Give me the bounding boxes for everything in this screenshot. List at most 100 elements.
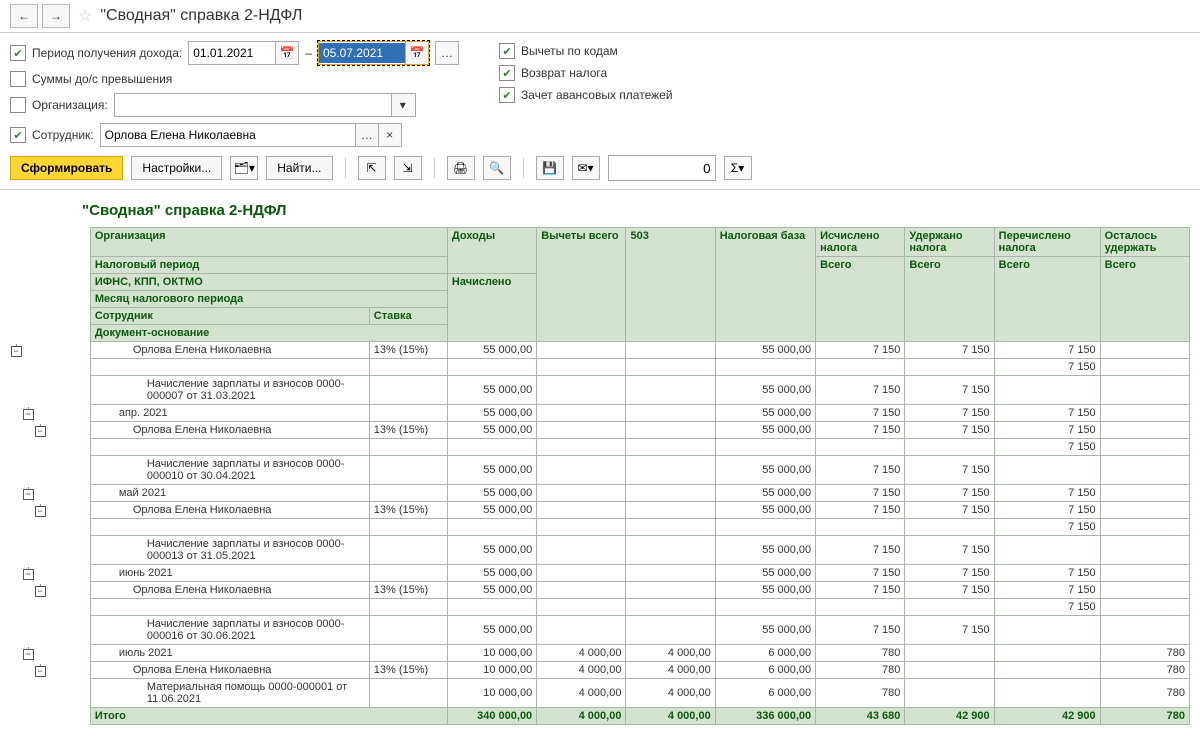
hdr-base: Налоговая база — [715, 228, 815, 342]
tree-collapse-icon[interactable]: − — [35, 506, 46, 517]
row-base: 55 000,00 — [715, 405, 815, 422]
tree-collapse-icon[interactable]: − — [23, 649, 34, 660]
org-checkbox[interactable] — [10, 97, 26, 113]
row-income: 55 000,00 — [447, 565, 536, 582]
deduct-codes-checkbox[interactable] — [499, 43, 515, 59]
hdr-ifns: ИФНС, КПП, ОКТМО — [90, 274, 447, 291]
date-from-input[interactable] — [189, 43, 275, 63]
tree-collapse-icon[interactable]: − — [23, 569, 34, 580]
row-with: 7 150 — [905, 502, 994, 519]
preview-button[interactable]: 🔍 — [483, 156, 511, 180]
email-button[interactable]: ✉▾ — [572, 156, 600, 180]
advance-checkbox[interactable] — [499, 87, 515, 103]
favorite-star-icon[interactable]: ☆ — [78, 6, 92, 26]
tree-collapse-icon[interactable]: − — [11, 346, 22, 357]
tree-collapse-icon[interactable]: − — [23, 409, 34, 420]
save-button[interactable]: 💾 — [536, 156, 564, 180]
hdr-period: Налоговый период — [90, 257, 447, 274]
row-c — [626, 422, 715, 439]
row-base: 55 000,00 — [715, 485, 815, 502]
row-c — [626, 376, 715, 405]
row-with — [905, 439, 994, 456]
row-name: Начисление зарплаты и взносов 0000-00000… — [90, 376, 369, 405]
row-base: 55 000,00 — [715, 565, 815, 582]
period-picker-button[interactable]: … — [435, 41, 459, 65]
row-d — [537, 599, 626, 616]
row-d: 4 000,00 — [537, 662, 626, 679]
variants-button[interactable]: 🗂▾ — [230, 156, 258, 180]
period-checkbox[interactable] — [10, 45, 26, 61]
row-rate: 13% (15%) — [369, 342, 447, 359]
employee-input[interactable] — [101, 125, 355, 145]
employee-checkbox[interactable] — [10, 127, 26, 143]
expand-all-button[interactable]: ⇱ — [358, 156, 386, 180]
back-button[interactable]: ← — [10, 4, 38, 28]
report-table: Организация Доходы Вычеты всего 503 Нало… — [10, 227, 1190, 725]
row-rate — [369, 359, 447, 376]
tree-collapse-icon[interactable]: − — [23, 489, 34, 500]
row-tr: 7 150 — [994, 565, 1100, 582]
row-c — [626, 502, 715, 519]
sum-button[interactable]: Σ▾ — [724, 156, 752, 180]
tree-collapse-icon[interactable]: − — [35, 426, 46, 437]
row-calc: 7 150 — [816, 405, 905, 422]
org-input[interactable] — [115, 95, 391, 115]
totals-deduct: 4 000,00 — [537, 708, 626, 725]
table-row: Начисление зарплаты и взносов 0000-00001… — [10, 616, 1190, 645]
row-base: 55 000,00 — [715, 616, 815, 645]
row-base: 6 000,00 — [715, 645, 815, 662]
sums-checkbox[interactable] — [10, 71, 26, 87]
row-name: июль 2021 — [90, 645, 369, 662]
row-d — [537, 536, 626, 565]
row-d — [537, 342, 626, 359]
row-tr: 7 150 — [994, 405, 1100, 422]
settings-button[interactable]: Настройки... — [131, 156, 222, 180]
row-tr: 7 150 — [994, 582, 1100, 599]
tree-collapse-icon[interactable]: − — [35, 586, 46, 597]
row-tr: 7 150 — [994, 422, 1100, 439]
report-title: "Сводная" справка 2-НДФЛ — [10, 196, 1190, 227]
date-to-input[interactable] — [319, 43, 405, 63]
row-rate — [369, 616, 447, 645]
employee-select-icon[interactable]: … — [355, 124, 378, 146]
row-income: 55 000,00 — [447, 422, 536, 439]
sum-field[interactable] — [608, 155, 716, 181]
table-row: −июнь 202155 000,0055 000,007 1507 1507 … — [10, 565, 1190, 582]
table-row: −июль 202110 000,004 000,004 000,006 000… — [10, 645, 1190, 662]
row-c — [626, 359, 715, 376]
row-name: апр. 2021 — [90, 405, 369, 422]
row-calc: 7 150 — [816, 422, 905, 439]
org-label: Организация: — [32, 98, 108, 112]
row-d — [537, 359, 626, 376]
row-rate — [369, 519, 447, 536]
row-d — [537, 565, 626, 582]
row-tr: 7 150 — [994, 502, 1100, 519]
row-tr: 7 150 — [994, 519, 1100, 536]
forward-button[interactable]: → — [42, 4, 70, 28]
form-button[interactable]: Сформировать — [10, 156, 123, 180]
tax-refund-checkbox[interactable] — [499, 65, 515, 81]
row-calc: 7 150 — [816, 456, 905, 485]
row-rem — [1100, 536, 1189, 565]
row-rem: 780 — [1100, 662, 1189, 679]
table-row: −Орлова Елена Николаевна13% (15%)55 000,… — [10, 582, 1190, 599]
period-label: Период получения дохода: — [32, 46, 182, 60]
tree-collapse-icon[interactable]: − — [35, 666, 46, 677]
collapse-all-button[interactable]: ⇲ — [394, 156, 422, 180]
date-from-calendar-icon[interactable]: 📅 — [275, 42, 298, 64]
org-dropdown-icon[interactable]: ▾ — [391, 94, 414, 116]
row-rem: 780 — [1100, 645, 1189, 662]
find-button[interactable]: Найти... — [266, 156, 332, 180]
employee-clear-icon[interactable]: × — [378, 124, 401, 146]
row-rem — [1100, 439, 1189, 456]
row-with — [905, 645, 994, 662]
row-rate — [369, 679, 447, 708]
date-to-calendar-icon[interactable]: 📅 — [405, 42, 428, 64]
hdr-503: 503 — [626, 228, 715, 342]
row-rem — [1100, 519, 1189, 536]
row-rem — [1100, 502, 1189, 519]
row-rem — [1100, 485, 1189, 502]
table-row: Материальная помощь 0000-000001 от 11.06… — [10, 679, 1190, 708]
row-income: 55 000,00 — [447, 376, 536, 405]
print-button[interactable]: 🖨 — [447, 156, 475, 180]
